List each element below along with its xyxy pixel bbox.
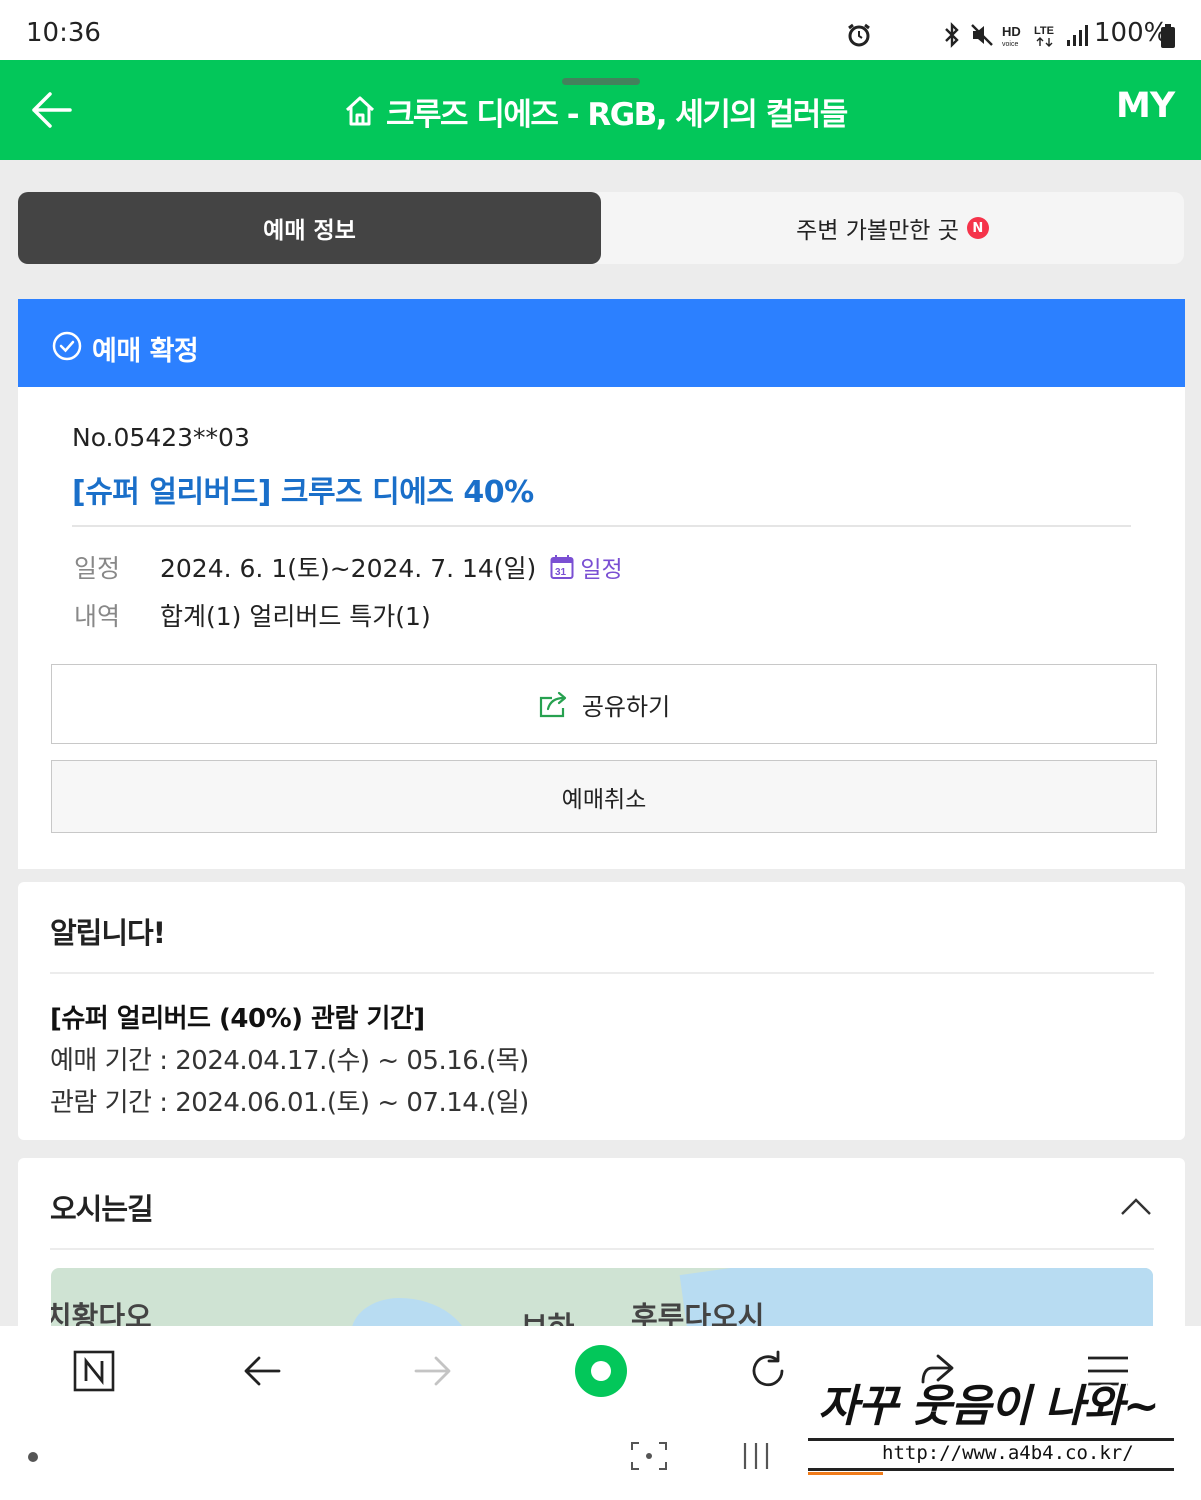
- green-dot-icon[interactable]: [568, 1340, 634, 1402]
- detail-row: 내역 합계(1) 얼리버드 특가(1): [74, 597, 431, 633]
- capture-icon[interactable]: [630, 1441, 668, 1471]
- share-icon: [539, 691, 566, 718]
- browser-forward-icon[interactable]: [402, 1346, 462, 1396]
- notice-heading: 알립니다!: [50, 916, 166, 950]
- schedule-key: 일정: [74, 554, 121, 583]
- browser-back-icon[interactable]: [233, 1346, 293, 1396]
- tab-bar: 예매 정보 주변 가볼만한 곳 N: [18, 192, 1184, 264]
- calendar-link-label: 일정: [580, 557, 623, 583]
- mute-icon: [971, 24, 993, 46]
- battery-icon: [1161, 24, 1175, 48]
- page-title: 크루즈 디에즈 - RGB, 세기의 컬러들: [386, 96, 848, 133]
- cancel-booking-label: 예매취소: [561, 786, 647, 813]
- watermark-line: [808, 1438, 1174, 1441]
- svg-text:voice: voice: [1002, 41, 1018, 48]
- tab-nearby-places-label: 주변 가볼만한 곳: [796, 218, 959, 244]
- alarm-icon: [848, 23, 870, 47]
- notice-line: 예매 기간 : 2024.04.17.(수) ~ 05.16.(목): [50, 1046, 529, 1076]
- reload-icon[interactable]: [738, 1346, 798, 1396]
- my-button[interactable]: MY: [1116, 86, 1175, 126]
- drag-handle[interactable]: [562, 78, 640, 85]
- home-icon[interactable]: [344, 95, 376, 127]
- booking-number: No.05423**03: [72, 423, 250, 452]
- check-circle-icon: [52, 331, 82, 361]
- recent-apps-icon[interactable]: [740, 1441, 772, 1471]
- hd-voice-icon: HD voice: [1002, 24, 1021, 48]
- booking-card: No.05423**03 [슈퍼 얼리버드] 크루즈 디에즈 40% 일정 20…: [18, 387, 1185, 869]
- booking-status-banner: 예매 확정: [18, 299, 1185, 387]
- battery-percent: 100%: [1094, 18, 1169, 48]
- divider: [50, 1248, 1154, 1250]
- signal-icon: [1067, 25, 1088, 46]
- detail-key: 내역: [74, 602, 121, 631]
- svg-text:LTE: LTE: [1034, 25, 1054, 37]
- header-title-group: 크루즈 디에즈 - RGB, 세기의 컬러들: [344, 90, 848, 133]
- nav-indicator-dot: [28, 1452, 38, 1462]
- divider: [72, 525, 1131, 527]
- svg-text:HD: HD: [1002, 24, 1021, 39]
- notice-card: 알립니다! [슈퍼 얼리버드 (40%) 관람 기간] 예매 기간 : 2024…: [18, 882, 1185, 1140]
- app-header: 크루즈 디에즈 - RGB, 세기의 컬러들 MY: [0, 60, 1201, 160]
- watermark-accent: [808, 1472, 883, 1475]
- calendar-day: 31: [555, 567, 567, 578]
- schedule-row: 일정 2024. 6. 1(토)~2024. 7. 14(일) 31 일정: [74, 549, 623, 585]
- watermark: 자꾸 웃음이 나와~ http://www.a4b4.co.kr/: [808, 1356, 1178, 1476]
- schedule-value: 2024. 6. 1(토)~2024. 7. 14(일): [160, 554, 537, 583]
- share-button-label: 공유하기: [581, 692, 671, 721]
- watermark-url: http://www.a4b4.co.kr/: [882, 1442, 1134, 1464]
- new-badge: N: [966, 217, 989, 239]
- tab-nearby-places[interactable]: 주변 가볼만한 곳 N: [601, 192, 1184, 264]
- clock: 10:36: [26, 18, 101, 48]
- watermark-text: 자꾸 웃음이 나와~: [818, 1381, 1160, 1432]
- divider: [50, 972, 1154, 974]
- share-button[interactable]: 공유하기: [51, 664, 1157, 744]
- add-to-calendar-link[interactable]: 31 일정: [550, 550, 623, 584]
- bluetooth-icon: [945, 22, 959, 48]
- notice-line: 관람 기간 : 2024.06.01.(토) ~ 07.14.(일): [50, 1088, 529, 1118]
- directions-heading: 오시는길: [50, 1192, 154, 1226]
- watermark-line: [808, 1468, 1174, 1471]
- back-arrow-icon[interactable]: [30, 90, 72, 130]
- tab-booking-info-label: 예매 정보: [263, 218, 356, 244]
- naver-home-icon[interactable]: [64, 1346, 124, 1396]
- detail-value: 합계(1) 얼리버드 특가(1): [160, 602, 431, 631]
- status-bar: 10:36 HD voice LTE 100%: [0, 0, 1201, 60]
- notice-line: [슈퍼 얼리버드 (40%) 관람 기간]: [50, 1004, 425, 1034]
- calendar-icon: 31: [550, 555, 574, 579]
- cancel-booking-button[interactable]: 예매취소: [51, 760, 1157, 833]
- booking-status-label: 예매 확정: [92, 336, 199, 367]
- tab-booking-info[interactable]: 예매 정보: [18, 192, 601, 264]
- system-icons: HD voice LTE: [942, 20, 1088, 50]
- chevron-up-icon[interactable]: [1120, 1196, 1152, 1216]
- product-name[interactable]: [슈퍼 얼리버드] 크루즈 디에즈 40%: [72, 467, 534, 511]
- lte-icon: LTE: [1034, 25, 1054, 47]
